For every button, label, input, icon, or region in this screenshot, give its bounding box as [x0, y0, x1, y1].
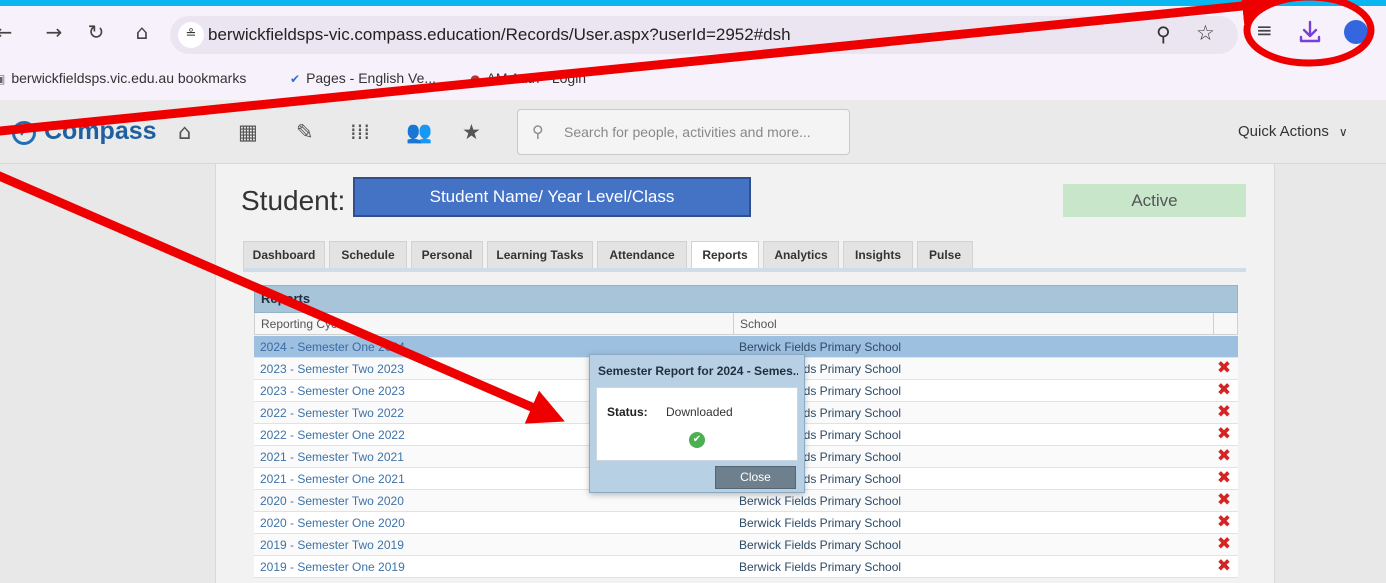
column-school[interactable]: School: [740, 317, 777, 331]
dialog-title: Semester Report for 2024 - Semes...: [598, 364, 798, 378]
compass-logo-icon[interactable]: [12, 121, 36, 145]
apps-grid-icon[interactable]: ⁞⁞⁞: [350, 120, 370, 144]
table-row[interactable]: 2019 - Semester Two 2019 Berwick Fields …: [254, 534, 1238, 556]
profile-avatar[interactable]: [1344, 20, 1368, 44]
delete-icon[interactable]: ✖: [1215, 381, 1233, 399]
tab-dashboard[interactable]: Dashboard: [243, 241, 325, 269]
report-cycle-link[interactable]: 2020 - Semester Two 2020: [260, 494, 404, 508]
report-cycle-link[interactable]: 2020 - Semester One 2020: [260, 516, 405, 530]
dialog-body: Status: Downloaded ✔: [596, 387, 798, 461]
screenshot: ← → ↻ ⌂ ≗ berwickfieldsps-vic.compass.ed…: [0, 0, 1386, 583]
delete-icon[interactable]: ✖: [1215, 359, 1233, 377]
zoom-icon[interactable]: ⚲: [1156, 22, 1171, 46]
home-icon[interactable]: ⌂: [130, 20, 154, 44]
table-row[interactable]: 2019 - Semester One 2019 Berwick Fields …: [254, 556, 1238, 578]
people-icon[interactable]: 👥: [406, 120, 432, 145]
bookmark-pages[interactable]: ✔ Pages - English Ve...: [290, 70, 436, 86]
school-name: Berwick Fields Primary School: [739, 538, 902, 552]
search-placeholder: Search for people, activities and more..…: [564, 124, 811, 140]
table-row[interactable]: 2020 - Semester One 2020 Berwick Fields …: [254, 512, 1238, 534]
report-cycle-link[interactable]: 2019 - Semester Two 2019: [260, 538, 404, 552]
column-reporting-cycle[interactable]: Reporting Cycle: [261, 317, 346, 331]
tab-learning-tasks[interactable]: Learning Tasks: [487, 241, 593, 269]
compass-header: Compass ⌂ ▦ ✎ ⁞⁞⁞ 👥 ★ ⚲ Search for peopl…: [0, 100, 1386, 164]
bookmark-am-auth[interactable]: ● AM Auth - Login: [470, 70, 586, 86]
delete-icon[interactable]: ✖: [1215, 425, 1233, 443]
report-cycle-link[interactable]: 2023 - Semester Two 2023: [260, 362, 404, 376]
close-button[interactable]: Close: [715, 466, 796, 489]
report-cycle-link[interactable]: 2022 - Semester One 2022: [260, 428, 405, 442]
delete-icon[interactable]: ✖: [1215, 557, 1233, 575]
school-name: Berwick Fields Primary School: [739, 340, 902, 354]
compass-search-input[interactable]: ⚲ Search for people, activities and more…: [517, 109, 850, 155]
star-icon[interactable]: ★: [462, 120, 481, 144]
delete-icon[interactable]: ✖: [1215, 535, 1233, 553]
bookmark-label: AM Auth - Login: [486, 70, 587, 86]
tab-analytics[interactable]: Analytics: [763, 241, 839, 269]
student-label: Student:: [241, 185, 346, 216]
report-cycle-link[interactable]: 2021 - Semester Two 2021: [260, 450, 404, 464]
tab-reports[interactable]: Reports: [691, 241, 759, 269]
check-icon: ✔: [689, 432, 705, 448]
delete-icon[interactable]: ✖: [1215, 513, 1233, 531]
delete-icon[interactable]: ✖: [1215, 469, 1233, 487]
school-name: Berwick Fields Primary School: [739, 516, 902, 530]
pencil-icon[interactable]: ✎: [296, 120, 314, 144]
calendar-icon[interactable]: ▦: [238, 120, 258, 144]
download-icon[interactable]: [1296, 18, 1324, 46]
tab-schedule[interactable]: Schedule: [329, 241, 407, 269]
report-cycle-link[interactable]: 2019 - Semester One 2019: [260, 560, 405, 574]
folder-icon: ▣: [0, 72, 5, 86]
tab-attendance[interactable]: Attendance: [597, 241, 687, 269]
reload-icon[interactable]: ↻: [84, 20, 108, 44]
quick-actions-menu[interactable]: Quick Actions ∨: [1238, 123, 1348, 140]
tab-search-icon[interactable]: ≡: [1256, 18, 1273, 42]
search-icon: ⚲: [532, 122, 544, 141]
school-name: Berwick Fields Primary School: [739, 494, 902, 508]
reports-column-headers: Reporting Cycle School: [254, 313, 1238, 335]
auth-icon: ●: [470, 72, 481, 86]
tab-insights[interactable]: Insights: [843, 241, 913, 269]
chevron-down-icon: ∨: [1338, 125, 1348, 139]
bookmark-label: berwickfieldsps.vic.edu.au bookmarks: [11, 70, 247, 86]
forward-arrow-icon[interactable]: →: [42, 20, 66, 44]
bookmark-folder[interactable]: ▣ berwickfieldsps.vic.edu.au bookmarks: [0, 70, 246, 86]
reports-heading: Reports: [254, 285, 1238, 313]
delete-icon[interactable]: ✖: [1215, 447, 1233, 465]
back-arrow-icon[interactable]: ←: [0, 20, 16, 44]
tab-personal[interactable]: Personal: [411, 241, 483, 269]
report-cycle-link[interactable]: 2023 - Semester One 2023: [260, 384, 405, 398]
column-divider: [1213, 313, 1214, 334]
browser-chrome: ← → ↻ ⌂ ≗ berwickfieldsps-vic.compass.ed…: [0, 6, 1386, 100]
delete-icon[interactable]: ✖: [1215, 403, 1233, 421]
url-text: berwickfieldsps-vic.compass.education/Re…: [208, 25, 791, 44]
compass-logo[interactable]: Compass: [44, 117, 157, 146]
report-cycle-link[interactable]: 2022 - Semester Two 2022: [260, 406, 404, 420]
address-bar[interactable]: ≗ berwickfieldsps-vic.compass.education/…: [170, 16, 1238, 54]
home-nav-icon[interactable]: ⌂: [178, 120, 191, 144]
status-badge: Active: [1063, 184, 1246, 217]
quick-actions-label: Quick Actions: [1238, 123, 1329, 140]
bookmark-label: Pages - English Ve...: [306, 70, 437, 86]
student-name-box: Student Name/ Year Level/Class: [353, 177, 751, 217]
status-label: Status:: [607, 405, 648, 419]
status-value: Downloaded: [666, 405, 733, 419]
tab-underline: [243, 268, 1246, 272]
bookmark-star-icon[interactable]: ☆: [1196, 21, 1215, 45]
pages-icon: ✔: [290, 72, 301, 86]
school-name: Berwick Fields Primary School: [739, 560, 902, 574]
report-cycle-link[interactable]: 2024 - Semester One 2024: [260, 340, 405, 354]
tab-pulse[interactable]: Pulse: [917, 241, 973, 269]
delete-icon[interactable]: ✖: [1215, 491, 1233, 509]
report-download-dialog: Semester Report for 2024 - Semes... Stat…: [589, 354, 805, 493]
site-settings-icon[interactable]: ≗: [178, 22, 204, 48]
column-divider: [733, 313, 734, 334]
bookmarks-bar: ▣ berwickfieldsps.vic.edu.au bookmarks ✔ P…: [0, 64, 1386, 94]
table-row[interactable]: 2020 - Semester Two 2020 Berwick Fields …: [254, 490, 1238, 512]
report-cycle-link[interactable]: 2021 - Semester One 2021: [260, 472, 405, 486]
